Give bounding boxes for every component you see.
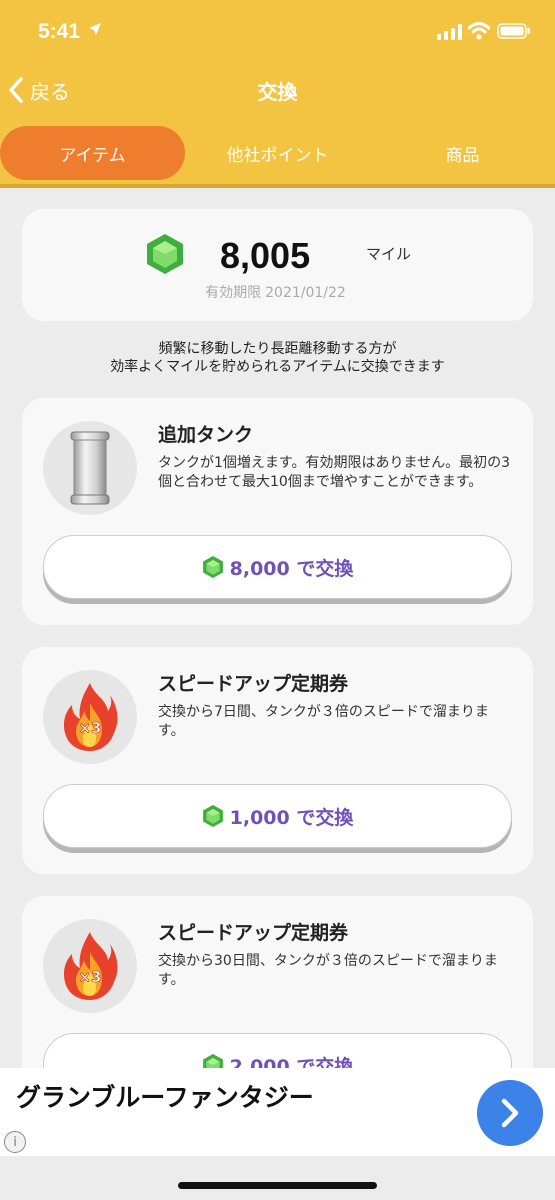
exchange-button[interactable]: 1,000 で交換	[43, 784, 512, 848]
item-description: 交換から30日間、タンクが３倍のスピードで溜まります。	[158, 953, 498, 988]
tab-products[interactable]: 商品	[370, 126, 555, 180]
exchange-button-label: 1,000 で交換	[229, 806, 354, 829]
item-card-speedup-7days: ×3 スピードアップ定期券 交換から7日間、タンクが３倍のスピードで溜まります。…	[22, 647, 533, 874]
expiry-label: 有効期限	[205, 285, 262, 301]
header: 5:41 戻る 交換 アイテム 他社ポイント 商品	[0, 0, 555, 188]
chevron-right-icon	[501, 1098, 519, 1128]
header-divider	[0, 184, 555, 188]
item-thumbnail	[43, 421, 137, 515]
item-thumbnail: ×3	[43, 919, 137, 1013]
description: 頻繁に移動したり長距離移動する方が 効率よくマイルを貯められるアイテムに交換でき…	[0, 340, 555, 376]
location-arrow-icon	[89, 23, 101, 35]
item-title: 追加タンク	[158, 424, 254, 446]
page-title: 交換	[257, 80, 298, 104]
home-indicator[interactable]	[178, 1182, 377, 1189]
wifi-icon	[468, 22, 490, 40]
item-title: スピードアップ定期券	[158, 922, 349, 944]
gem-icon	[202, 556, 223, 578]
ad-title[interactable]: グランブルーファンタジー	[16, 1078, 314, 1114]
gem-icon	[202, 805, 223, 827]
tab-bar: アイテム 他社ポイント 商品	[0, 124, 555, 182]
tab-other-points[interactable]: 他社ポイント	[185, 126, 370, 180]
item-title: スピードアップ定期券	[158, 673, 349, 695]
fire-x3-icon: ×3	[63, 932, 118, 1000]
miles-card: 8,005 マイル 有効期限 2021/01/22	[22, 209, 533, 321]
item-thumbnail: ×3	[43, 670, 137, 764]
item-description: タンクが1個増えます。有効期限はありません。最初の3個と合わせて最大10個まで増…	[158, 455, 510, 490]
fire-badge: ×3	[78, 719, 101, 737]
navigation-bar: 戻る 交換	[0, 62, 555, 118]
ad-info-icon[interactable]: i	[4, 1131, 26, 1153]
miles-value: 8,005	[220, 235, 311, 276]
battery-icon	[497, 23, 530, 39]
item-description: 交換から7日間、タンクが３倍のスピードで溜まります。	[158, 704, 489, 739]
fire-badge: ×3	[78, 968, 101, 986]
ad-banner[interactable]: グランブルーファンタジー i	[0, 1068, 555, 1156]
ad-open-button[interactable]	[477, 1080, 543, 1146]
signal-icon	[437, 24, 462, 40]
expiry-text: 有効期限 2021/01/22	[22, 282, 533, 302]
expiry-date: 2021/01/22	[265, 285, 346, 301]
tank-icon	[70, 431, 110, 505]
exchange-button-label: 8,000 で交換	[229, 557, 354, 580]
description-line-1: 頻繁に移動したり長距離移動する方が	[158, 341, 397, 357]
status-time: 5:41	[38, 20, 81, 43]
exchange-button[interactable]: 8,000 で交換	[43, 535, 512, 599]
item-card-extra-tank: 追加タンク タンクが1個増えます。有効期限はありません。最初の3個と合わせて最大…	[22, 398, 533, 625]
gem-icon	[147, 234, 183, 274]
miles-unit: マイル	[366, 245, 412, 263]
status-bar: 5:41	[0, 0, 555, 62]
fire-x3-icon: ×3	[63, 683, 118, 751]
description-line-2: 効率よくマイルを貯められるアイテムに交換できます	[110, 359, 445, 375]
tab-items[interactable]: アイテム	[0, 126, 185, 180]
